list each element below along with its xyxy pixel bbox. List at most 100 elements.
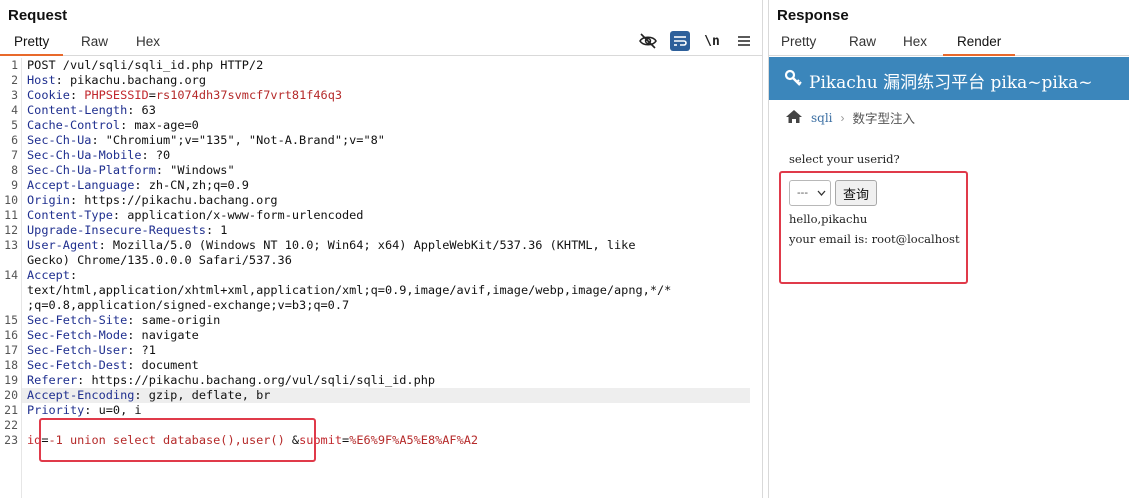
code-token: : gzip, deflate, br xyxy=(134,388,271,402)
line-number: 20 xyxy=(4,388,18,402)
code-line[interactable]: 13 User-Agent: Mozilla/5.0 (Windows NT 10… xyxy=(4,238,762,253)
tab-hex[interactable]: Hex xyxy=(903,34,927,49)
code-line[interactable]: 11 Content-Type: application/x-www-form-u… xyxy=(4,208,762,223)
code-line[interactable]: 17 Sec-Fetch-User: ?1 xyxy=(4,343,762,358)
code-token: Sec-Fetch-Dest xyxy=(27,358,128,372)
line-number: 12 xyxy=(4,223,18,237)
code-token: Content-Type xyxy=(27,208,113,222)
code-token: Sec-Ch-Ua-Platform xyxy=(27,163,156,177)
line-number: 21 xyxy=(4,403,18,417)
home-icon[interactable] xyxy=(785,109,803,127)
line-number: 1 xyxy=(11,58,18,72)
code-line[interactable]: 3 Cookie: PHPSESSID=rs1074dh37svmcf7vrt81… xyxy=(11,88,762,103)
line-number: 17 xyxy=(4,343,18,357)
request-title: Request xyxy=(8,7,68,24)
code-line[interactable]: 20 Accept-Encoding: gzip, deflate, br xyxy=(4,388,750,403)
code-line[interactable]: 16 Sec-Fetch-Mode: navigate xyxy=(4,328,762,343)
code-line[interactable]: 5 Cache-Control: max-age=0 xyxy=(11,118,762,133)
code-token: : application/x-www-form-urlencoded xyxy=(112,208,364,222)
line-number: 14 xyxy=(4,268,18,282)
code-line[interactable]: 7 Sec-Ch-Ua-Mobile: ?0 xyxy=(11,148,762,163)
code-token: PHPSESSID xyxy=(84,88,149,102)
line-number: 3 xyxy=(11,88,18,102)
line-number: 13 xyxy=(4,238,18,252)
word-wrap-icon[interactable] xyxy=(670,31,690,51)
line-number: 6 xyxy=(11,133,18,147)
code-token: %E6%9F%A5%E8%AF%A2 xyxy=(349,433,479,447)
newline-toggle-icon[interactable]: \n xyxy=(702,31,722,51)
code-line[interactable]: 15 Sec-Fetch-Site: same-origin xyxy=(4,313,762,328)
line-number: 9 xyxy=(11,178,18,192)
code-token: : document xyxy=(127,358,199,372)
hide-eye-icon[interactable] xyxy=(638,31,658,51)
line-number: 2 xyxy=(11,73,18,87)
request-pane: Request Pretty Raw Hex \n 1 POST /vul/sql… xyxy=(0,0,763,498)
code-token: rs1074dh37svmcf7vrt81f46q3 xyxy=(155,88,343,102)
code-line[interactable]: 21 Priority: u=0, i xyxy=(4,403,762,418)
code-line[interactable]: 4 Content-Length: 63 xyxy=(11,103,762,118)
tab-pretty[interactable]: Pretty xyxy=(781,34,816,49)
code-line[interactable]: 8 Sec-Ch-Ua-Platform: "Windows" xyxy=(11,163,762,178)
code-token: = xyxy=(148,88,156,102)
breadcrumb-link-sqli[interactable]: sqli xyxy=(811,111,833,125)
code-line[interactable]: text/html,application/xhtml+xml,applicat… xyxy=(22,283,762,298)
code-token: Upgrade-Insecure-Requests xyxy=(27,223,206,237)
code-token: : same-origin xyxy=(127,313,221,327)
breadcrumb-current: 数字型注入 xyxy=(852,112,916,126)
code-token: Sec-Fetch-Mode xyxy=(27,328,128,342)
code-token: Cookie xyxy=(27,88,70,102)
code-token: : ?1 xyxy=(127,343,156,357)
code-token: : xyxy=(69,88,85,102)
code-token: Sec-Ch-Ua-Mobile xyxy=(27,148,142,162)
line-number: 16 xyxy=(4,328,18,342)
code-token: : Mozilla/5.0 (Windows NT 10.0; Win64; x… xyxy=(98,238,636,252)
line-number: 5 xyxy=(11,118,18,132)
code-token: : pikachu.bachang.org xyxy=(55,73,206,87)
response-tabs: Pretty Raw Hex Render xyxy=(769,30,1129,56)
banner-title: Pikachu 漏洞练习平台 pika~pika~ xyxy=(809,73,1093,93)
request-toolbar: \n xyxy=(638,30,754,52)
code-line[interactable]: 12 Upgrade-Insecure-Requests: 1 xyxy=(4,223,762,238)
code-line[interactable]: ;q=0.8,application/signed-exchange;v=b3;… xyxy=(22,298,762,313)
code-token: : "Chromium";v="135", "Not-A.Brand";v="8… xyxy=(91,133,385,147)
code-token: : xyxy=(69,268,78,282)
code-token: User-Agent xyxy=(27,238,99,252)
tab-render[interactable]: Render xyxy=(942,34,1016,56)
code-line[interactable]: 1 POST /vul/sqli/sqli_id.php HTTP/2 xyxy=(11,58,762,73)
tab-raw[interactable]: Raw xyxy=(849,34,876,49)
chevron-right-icon: › xyxy=(840,110,845,125)
line-number: 18 xyxy=(4,358,18,372)
code-token: : "Windows" xyxy=(155,163,235,177)
code-line[interactable]: 14 Accept: xyxy=(4,268,762,283)
code-line[interactable]: 18 Sec-Fetch-Dest: document xyxy=(4,358,762,373)
code-token: Host xyxy=(27,73,56,87)
code-line[interactable]: 2 Host: pikachu.bachang.org xyxy=(11,73,762,88)
request-code[interactable]: 1 POST /vul/sqli/sqli_id.php HTTP/2 2 Host:… xyxy=(4,58,762,448)
tab-raw[interactable]: Raw xyxy=(81,34,108,49)
code-line[interactable]: Gecko) Chrome/135.0.0.0 Safari/537.36 xyxy=(22,253,762,268)
breadcrumb: sqli › 数字型注入 xyxy=(785,108,915,127)
code-token: : 1 xyxy=(205,223,228,237)
code-token: Sec-Ch-Ua xyxy=(27,133,92,147)
code-line[interactable]: 6 Sec-Ch-Ua: "Chromium";v="135", "Not-A.B… xyxy=(11,133,762,148)
code-token: : max-age=0 xyxy=(120,118,199,132)
code-line[interactable]: 10 Origin: https://pikachu.bachang.org xyxy=(4,193,762,208)
code-token: : u=0, i xyxy=(84,403,142,417)
payload-highlight-box xyxy=(39,418,316,462)
line-number: 22 xyxy=(4,418,18,432)
code-line[interactable]: 9 Accept-Language: zh-CN,zh;q=0.9 xyxy=(11,178,762,193)
response-title: Response xyxy=(777,7,849,24)
tab-hex[interactable]: Hex xyxy=(136,34,160,49)
code-token: Origin xyxy=(27,193,70,207)
code-line[interactable]: 19 Referer: https://pikachu.bachang.org/v… xyxy=(4,373,762,388)
tab-pretty[interactable]: Pretty xyxy=(0,34,64,56)
userid-prompt: select your userid? xyxy=(789,152,900,166)
menu-icon[interactable] xyxy=(734,31,754,51)
line-number: 11 xyxy=(4,208,18,222)
line-number: 10 xyxy=(4,193,18,207)
page-banner: Pikachu 漏洞练习平台 pika~pika~ xyxy=(769,57,1129,100)
code-token: : navigate xyxy=(127,328,199,342)
code-token: Accept-Encoding xyxy=(27,388,135,402)
result-highlight-box xyxy=(779,171,968,284)
code-token: : zh-CN,zh;q=0.9 xyxy=(134,178,249,192)
